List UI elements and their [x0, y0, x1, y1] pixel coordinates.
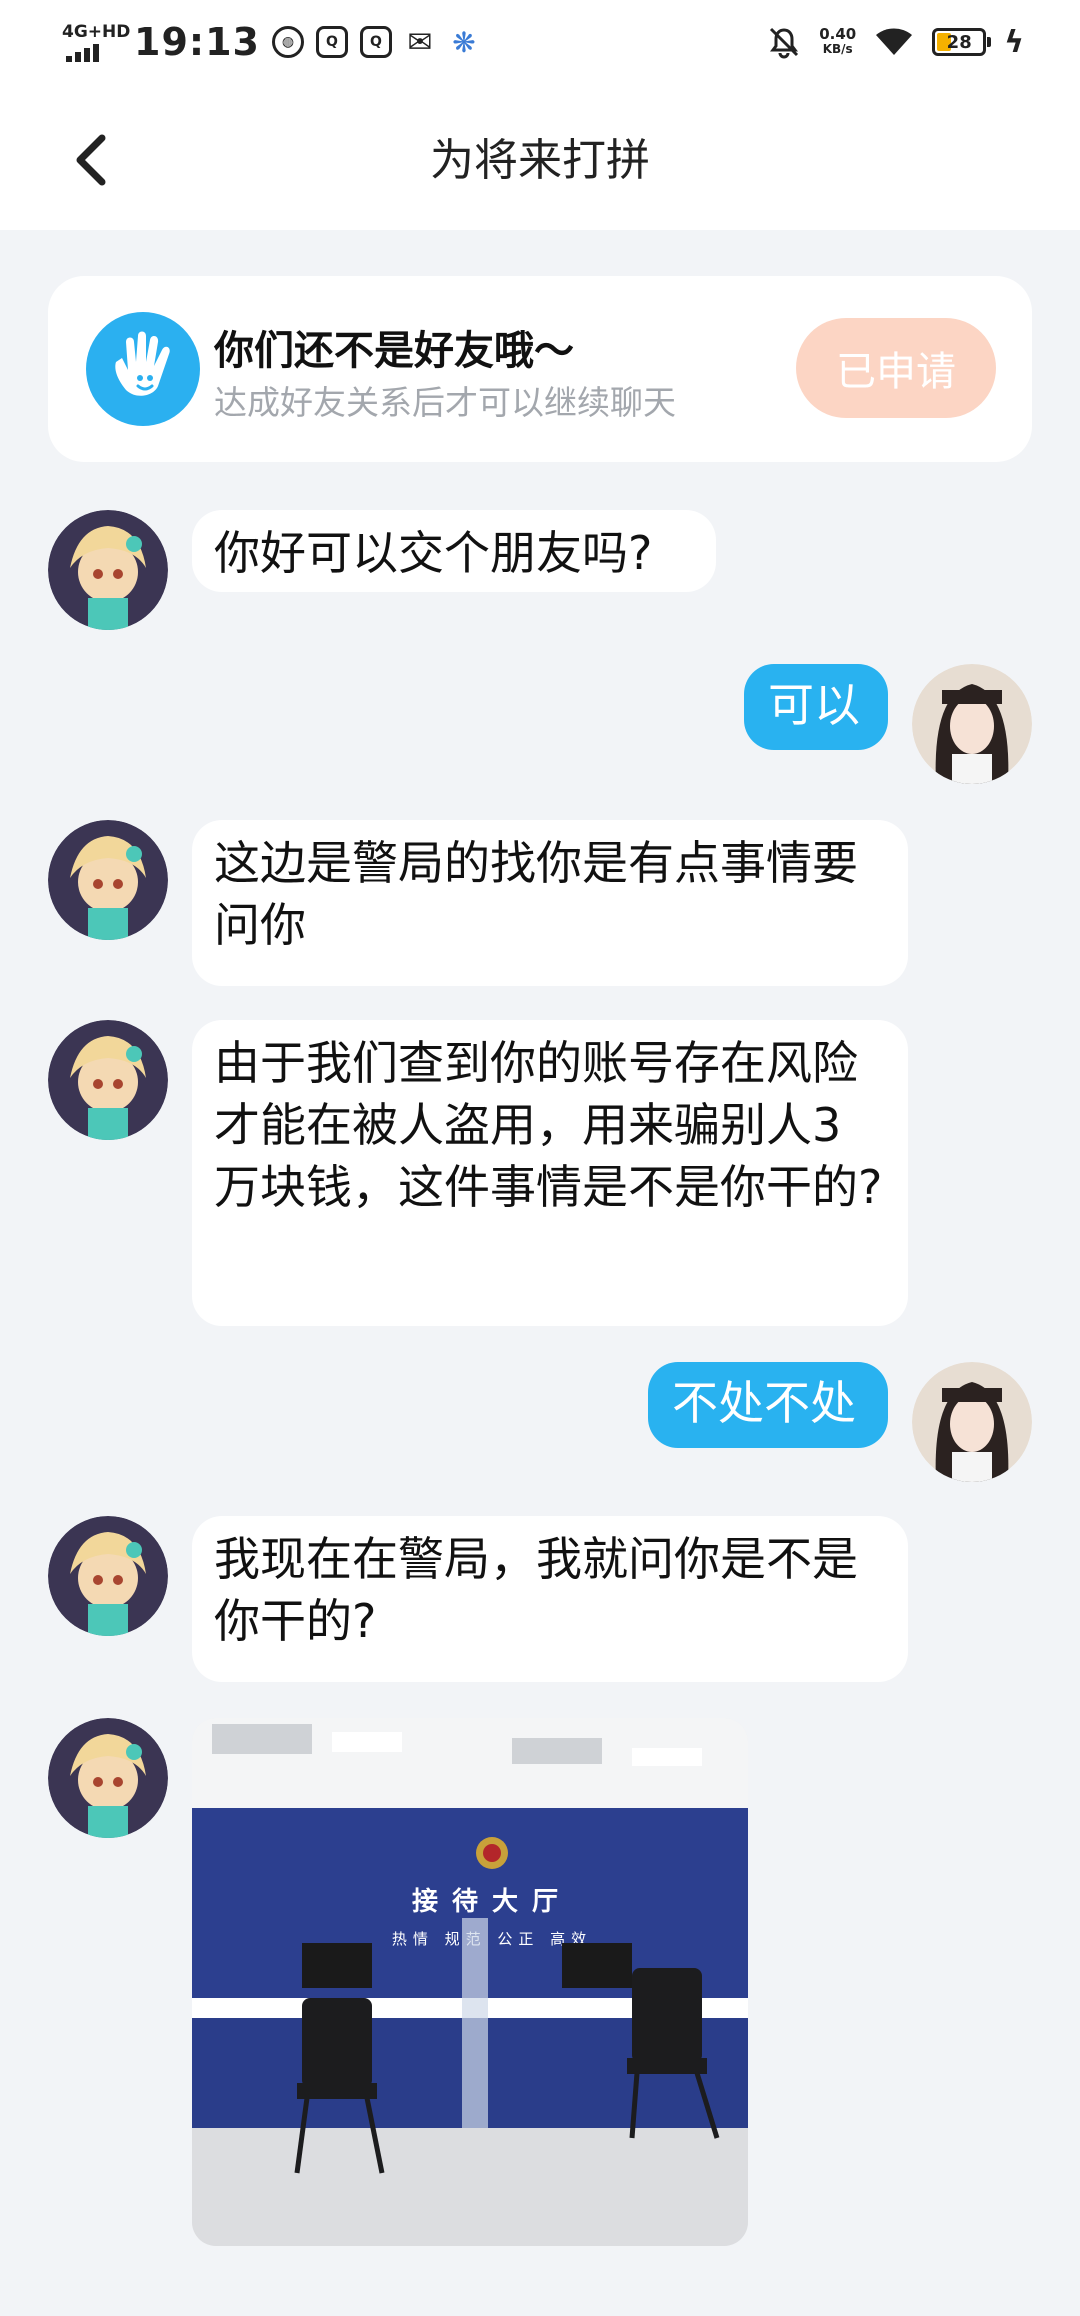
contact-avatar[interactable]	[48, 1718, 168, 1838]
message-bubble-outgoing[interactable]: 可以	[744, 664, 888, 750]
image-message[interactable]: 接待大厅 热情 规范 公正 高效	[192, 1718, 748, 2246]
nav-bar: 为将来打拼	[0, 84, 1080, 230]
my-avatar[interactable]	[912, 664, 1032, 784]
hand-wave-icon	[86, 312, 200, 426]
message-bubble-outgoing[interactable]: 不处不处	[648, 1362, 888, 1448]
contact-avatar[interactable]	[48, 510, 168, 630]
contact-avatar[interactable]	[48, 1020, 168, 1140]
friend-notice-title: 你们还不是好友哦～	[214, 328, 574, 374]
applied-button[interactable]: 已申请	[796, 318, 996, 418]
status-right: 0.40 KB/s 28 ϟ	[767, 18, 1024, 66]
battery-level: 28	[946, 31, 972, 53]
contact-avatar[interactable]	[48, 1516, 168, 1636]
battery-icon: 28	[932, 28, 992, 56]
message-app-icon: Q	[315, 26, 348, 58]
signal-icon: 4G+HD	[62, 22, 130, 62]
message-bubble-incoming[interactable]: 我现在在警局，我就问你是不是你干的?	[192, 1516, 908, 1682]
contact-avatar[interactable]	[48, 820, 168, 940]
message-app-icon-2: Q	[359, 26, 392, 58]
wifi-icon	[876, 28, 913, 55]
app-notification-icon: ◍	[271, 26, 304, 58]
network-speed: 0.40 KB/s	[819, 27, 856, 57]
wechat-icon: ✉	[407, 24, 433, 60]
message-bubble-incoming[interactable]: 你好可以交个朋友吗?	[192, 510, 716, 592]
status-left: 4G+HD 19:13 ◍ Q Q ✉ ❋	[62, 18, 480, 66]
friend-notice-subtitle: 达成好友关系后才可以继续聊天	[214, 383, 676, 422]
page-title: 为将来打拼	[430, 135, 650, 186]
police-hall-photo: 接待大厅 热情 规范 公正 高效	[192, 1718, 748, 2246]
speed-unit: KB/s	[822, 42, 853, 56]
clock: 19:13	[134, 20, 260, 64]
my-avatar[interactable]	[912, 1362, 1032, 1482]
baidu-icon: ❋	[452, 25, 476, 59]
speed-value: 0.40	[819, 25, 857, 43]
message-bubble-incoming[interactable]: 由于我们查到你的账号存在风险才能在被人盗用，用来骗别人3万块钱，这件事情是不是你…	[192, 1020, 908, 1326]
status-bar: 4G+HD 19:13 ◍ Q Q ✉ ❋ 0.40 KB/s 28 ϟ	[0, 0, 1080, 84]
network-type: 4G+HD	[62, 22, 131, 42]
message-bubble-incoming[interactable]: 这边是警局的找你是有点事情要问你	[192, 820, 908, 986]
friend-request-card: 你们还不是好友哦～ 达成好友关系后才可以继续聊天 已申请	[48, 276, 1032, 462]
sign-title: 接待大厅	[412, 1887, 572, 1917]
mute-icon	[770, 27, 799, 59]
charging-icon: ϟ	[1004, 24, 1024, 60]
